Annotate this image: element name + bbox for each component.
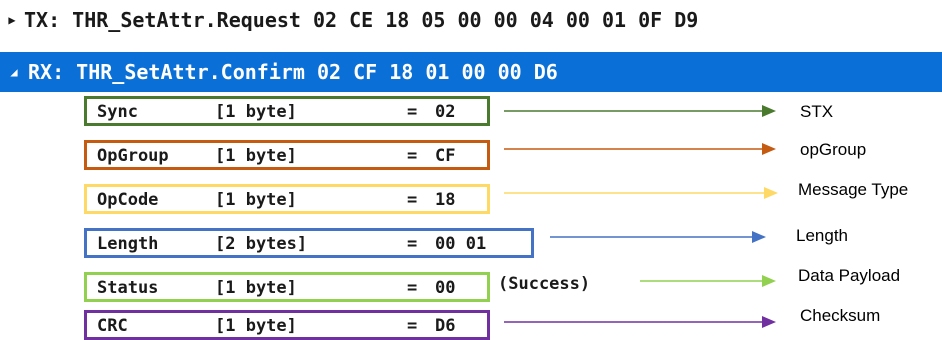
arrow-sync bbox=[504, 105, 776, 117]
arrow-opgroup bbox=[504, 143, 776, 155]
label-checksum: Checksum bbox=[800, 306, 881, 325]
label-opgroup: opGroup bbox=[800, 140, 867, 159]
arrow-length bbox=[550, 231, 766, 243]
label-data-payload: Data Payload bbox=[798, 266, 901, 285]
label-length: Length bbox=[796, 226, 848, 245]
arrow-opcode bbox=[504, 187, 778, 199]
label-message-type: Message Type bbox=[798, 180, 909, 199]
label-stx: STX bbox=[800, 102, 834, 121]
arrow-status bbox=[640, 275, 776, 287]
arrow-crc bbox=[504, 316, 776, 328]
